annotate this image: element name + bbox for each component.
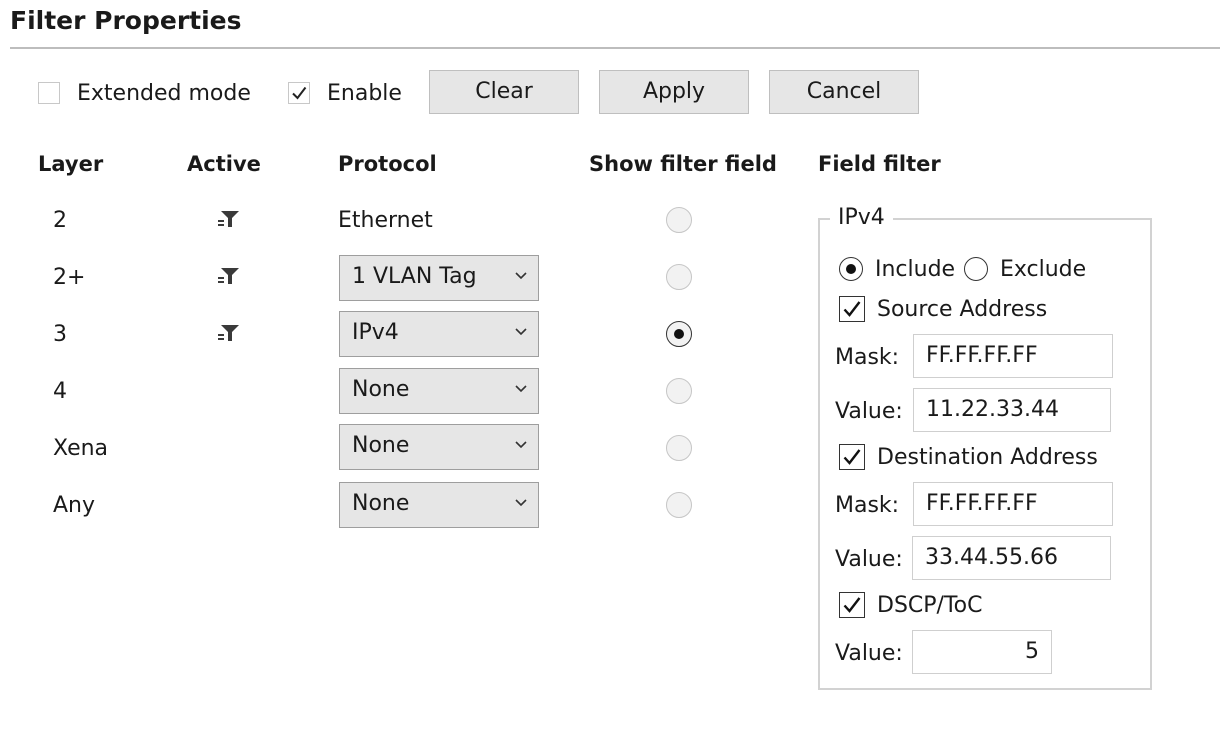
filter-icon	[218, 324, 240, 348]
enable-checkbox[interactable]	[288, 82, 310, 104]
header-field-filter: Field filter	[818, 152, 941, 176]
source-mask-label: Mask:	[835, 345, 900, 370]
include-label: Include	[875, 257, 956, 282]
show-filter-radio[interactable]	[666, 264, 692, 290]
header-layer: Layer	[38, 152, 104, 176]
show-filter-radio[interactable]	[666, 207, 692, 233]
field-filter-group-title: IPv4	[830, 205, 893, 231]
dscp-value-input[interactable]: 5	[912, 630, 1052, 674]
exclude-radio[interactable]	[964, 257, 988, 281]
protocol-dropdown[interactable]: 1 VLAN Tag	[339, 255, 539, 301]
dscp-value-label: Value:	[835, 641, 903, 666]
checkmark-icon	[292, 86, 307, 100]
show-filter-radio-selected[interactable]	[666, 321, 692, 347]
protocol-text: Ethernet	[338, 208, 433, 233]
header-show-filter-field: Show filter field	[589, 152, 777, 176]
show-filter-radio[interactable]	[666, 435, 692, 461]
chevron-down-icon	[514, 483, 528, 538]
enable-label: Enable	[327, 81, 402, 106]
chevron-down-icon	[514, 312, 528, 367]
checkmark-icon	[843, 597, 861, 613]
layer-cell: Any	[53, 493, 96, 518]
protocol-dropdown[interactable]: None	[339, 424, 539, 470]
layer-cell: 2	[53, 208, 67, 233]
destination-mask-input[interactable]: FF.FF.FF.FF	[913, 482, 1113, 526]
source-address-label: Source Address	[877, 297, 1048, 322]
source-mask-input[interactable]: FF.FF.FF.FF	[913, 334, 1113, 378]
destination-mask-label: Mask:	[835, 493, 900, 518]
protocol-dropdown-value: IPv4	[352, 320, 399, 345]
page-title: Filter Properties	[10, 6, 242, 35]
protocol-dropdown[interactable]: None	[339, 368, 539, 414]
cancel-button[interactable]: Cancel	[769, 70, 919, 114]
protocol-dropdown-value: 1 VLAN Tag	[352, 264, 477, 289]
chevron-down-icon	[514, 256, 528, 311]
source-value-input[interactable]: 11.22.33.44	[913, 388, 1111, 432]
header-active: Active	[187, 152, 261, 176]
header-protocol: Protocol	[338, 152, 437, 176]
protocol-dropdown[interactable]: IPv4	[339, 311, 539, 357]
layer-cell: Xena	[53, 436, 109, 461]
destination-address-label: Destination Address	[877, 445, 1098, 470]
include-radio[interactable]	[839, 257, 863, 281]
clear-button[interactable]: Clear	[429, 70, 579, 114]
protocol-dropdown[interactable]: None	[339, 482, 539, 528]
exclude-label: Exclude	[1000, 257, 1087, 282]
protocol-dropdown-value: None	[352, 491, 410, 516]
chevron-down-icon	[514, 369, 528, 424]
filter-icon	[218, 210, 240, 234]
chevron-down-icon	[514, 425, 528, 480]
protocol-dropdown-value: None	[352, 433, 410, 458]
destination-address-checkbox[interactable]	[839, 444, 865, 470]
checkmark-icon	[843, 301, 861, 317]
title-divider	[10, 47, 1220, 49]
dscp-label: DSCP/ToC	[877, 593, 983, 618]
source-address-checkbox[interactable]	[839, 296, 865, 322]
extended-mode-label: Extended mode	[77, 81, 251, 106]
filter-icon	[218, 267, 240, 291]
protocol-dropdown-value: None	[352, 377, 410, 402]
apply-button[interactable]: Apply	[599, 70, 749, 114]
source-value-label: Value:	[835, 399, 903, 424]
layer-cell: 3	[53, 322, 67, 347]
destination-value-input[interactable]: 33.44.55.66	[912, 536, 1111, 580]
layer-cell: 2+	[53, 265, 86, 290]
show-filter-radio[interactable]	[666, 492, 692, 518]
destination-value-label: Value:	[835, 547, 903, 572]
dscp-checkbox[interactable]	[839, 592, 865, 618]
show-filter-radio[interactable]	[666, 378, 692, 404]
checkmark-icon	[843, 449, 861, 465]
extended-mode-checkbox[interactable]	[38, 82, 60, 104]
layer-cell: 4	[53, 379, 67, 404]
